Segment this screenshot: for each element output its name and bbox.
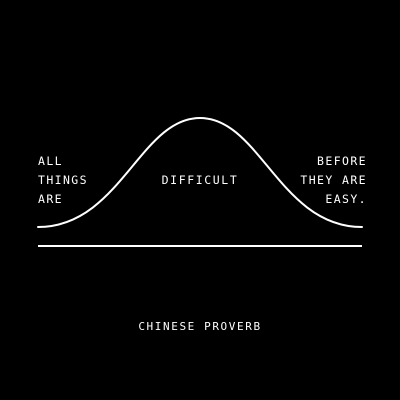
right-text: BEFORE THEY ARE EASY. [300,152,367,209]
right-text-line: THEY ARE [300,173,367,187]
right-text-line: BEFORE [317,154,367,168]
left-text-line: ALL [38,154,63,168]
attribution: CHINESE PROVERB [138,320,262,333]
poster-canvas: ALL THINGS ARE DIFFICULT BEFORE THEY ARE… [0,0,400,400]
left-text-line: ARE [38,192,63,206]
right-text-line: EASY. [325,192,367,206]
